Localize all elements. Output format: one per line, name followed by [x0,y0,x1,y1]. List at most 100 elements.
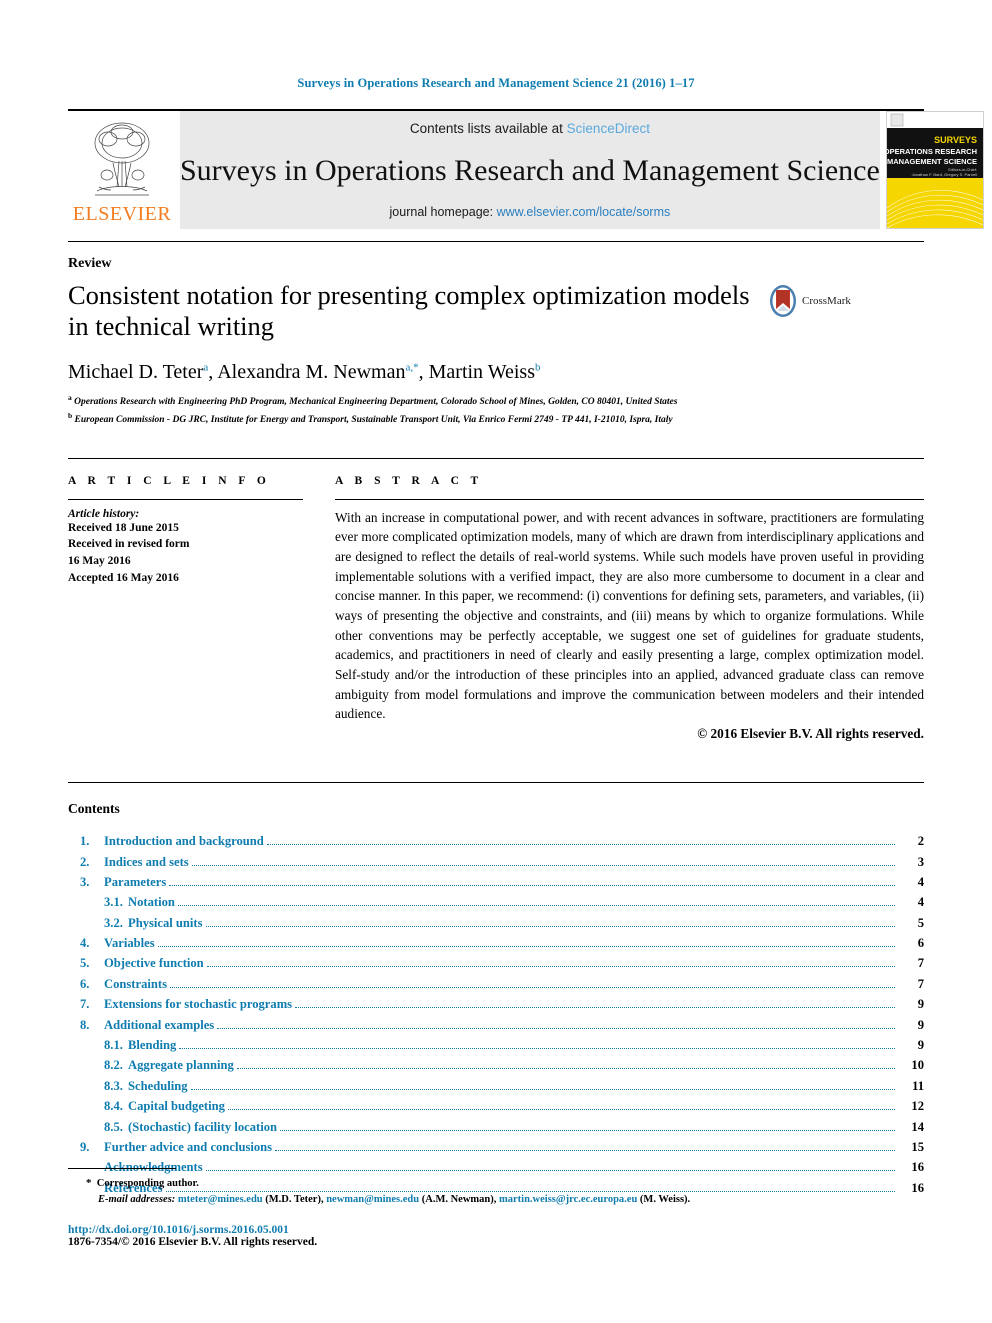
journal-homepage-link[interactable]: www.elsevier.com/locate/sorms [497,205,671,219]
homepage-prefix: journal homepage: [389,205,497,219]
toc-entry-number: 8. [80,1017,90,1032]
toc-entry-number: 3. [80,874,90,889]
email-addresses-note: E-mail addresses: mteter@mines.edu (M.D.… [68,1192,924,1208]
toc-entry-number: 4. [80,936,90,951]
toc-entry[interactable]: 5. Objective function 7 [68,953,924,973]
toc-entry-label[interactable]: Introduction and background [104,831,264,851]
toc-entry[interactable]: 3.1. Notation 4 [68,892,924,912]
toc-entry[interactable]: 8.4. Capital budgeting 12 [68,1096,924,1116]
email-owner-1: (M.D. Teter), [265,1193,324,1205]
article-history-label: Article history: [68,507,140,520]
toc-entry-label[interactable]: Blending [128,1035,176,1055]
sciencedirect-link[interactable]: ScienceDirect [567,121,650,136]
contents-section: Contents 1. Introduction and background 2 2… [68,782,924,1198]
cover-line-2: in OPERATIONS RESEARCH [887,147,977,156]
cover-line-3: and MANAGEMENT SCIENCE [887,157,977,166]
journal-cover-art: SURVEYS in OPERATIONS RESEARCH and MANAG… [886,112,983,228]
toc-entry-label[interactable]: Further advice and conclusions [104,1137,272,1157]
corresponding-author-star: * [86,1177,92,1189]
toc-entry-label[interactable]: (Stochastic) facility location [128,1117,277,1137]
journal-cover-thumbnail: SURVEYS in OPERATIONS RESEARCH and MANAG… [885,111,984,229]
email-link-1[interactable]: mteter@mines.edu [178,1194,263,1205]
toc-entry-label[interactable]: Indices and sets [104,852,189,872]
toc-entry-page: 9 [917,997,924,1012]
author-2-name: Alexandra M. Newman [217,361,406,383]
toc-entry[interactable]: 3. Parameters 4 [68,872,924,892]
toc-entry-number: 9. [80,1140,90,1154]
toc-entry-number: 7. [80,997,90,1012]
toc-entry[interactable]: 8.3. Scheduling 11 [68,1076,924,1096]
author-2: Alexandra M. Newmana,* [217,361,418,383]
affiliation-list: a Operations Research with Engineering P… [68,392,924,428]
crossmark-badge[interactable]: CrossMark [768,284,851,318]
email-addresses-label: E-mail addresses: [98,1193,176,1205]
toc-entry[interactable]: 6. Constraints 7 [68,974,924,994]
affiliation-a-mark: a [68,393,72,402]
email-link-3[interactable]: martin.weiss@jrc.ec.europa.eu [499,1194,637,1205]
author-1-marks: a [203,361,209,374]
toc-entry-label[interactable]: Notation [128,892,175,912]
toc-entry-label[interactable]: Physical units [128,913,203,933]
toc-entry-label[interactable]: Objective function [104,953,204,973]
contents-list: 1. Introduction and background 2 2. Indices … [68,831,924,1198]
toc-entry-page: 4 [917,895,924,910]
author-3: Martin Weissb [429,361,541,383]
toc-entry-leader [169,986,895,988]
article-info-rule [68,498,303,500]
author-list: Michael D. Tetera, Alexandra M. Newmana,… [68,361,541,383]
toc-entry-page: 9 [917,1038,924,1053]
toc-entry[interactable]: 2. Indices and sets 3 [68,852,924,872]
toc-entry-page: 3 [917,854,924,869]
page-title: Consistent notation for presenting compl… [68,280,750,341]
abstract-copyright: © 2016 Elsevier B.V. All rights reserved… [697,726,924,742]
toc-entry-page: 9 [917,1017,924,1032]
toc-entry-page: 11 [912,1078,924,1093]
toc-entry[interactable]: 3.2. Physical units 5 [68,913,924,933]
toc-entry[interactable]: 8.5. (Stochastic) facility location 14 [68,1117,924,1137]
toc-entry-number: 8.3. [104,1078,123,1093]
toc-entry-leader [157,945,895,948]
toc-entry-label[interactable]: Additional examples [104,1015,214,1035]
toc-entry-label[interactable]: Constraints [104,974,167,994]
toc-entry-label[interactable]: Scheduling [128,1076,188,1096]
article-history-line-3: 16 May 2016 [68,555,131,568]
email-link-2[interactable]: newman@mines.edu [326,1194,419,1205]
toc-entry-leader [190,1088,895,1090]
toc-entry-leader [266,843,895,846]
journal-masthead: ELSEVIER Contents lists available at Sci… [68,109,984,229]
toc-entry-label[interactable]: Capital budgeting [128,1096,225,1116]
toc-entry[interactable]: 8.1. Blending 9 [68,1035,924,1055]
toc-entry-number: 8.1. [104,1038,123,1053]
toc-entry-leader [295,1006,895,1009]
toc-entry-leader [275,1149,895,1151]
masthead-center-band: Contents lists available at ScienceDirec… [180,111,880,229]
toc-entry[interactable]: 8.2. Aggregate planning 10 [68,1055,924,1075]
toc-entry-label[interactable]: Variables [104,933,155,953]
toc-entry-leader [280,1129,895,1131]
affiliation-b-text: European Commission - DG JRC, Institute … [74,415,673,426]
abstract-body: With an increase in computational power,… [335,509,924,722]
toc-entry[interactable]: 7. Extensions for stochastic programs 9 [68,994,924,1014]
issn-copyright-line: 1876-7354/© 2016 Elsevier B.V. All right… [68,1235,318,1248]
toc-entry-label[interactable]: Aggregate planning [128,1055,234,1075]
toc-entry-label[interactable]: Extensions for stochastic programs [104,994,292,1014]
toc-entry[interactable]: 1. Introduction and background 2 [68,831,924,851]
running-head: Surveys in Operations Research and Manag… [297,76,695,90]
doi-link[interactable]: http://dx.doi.org/10.1016/j.sorms.2016.0… [68,1224,924,1236]
author-2-marks[interactable]: a,* [405,361,418,373]
toc-entry[interactable]: 4. Variables 6 [68,933,924,953]
toc-entry-leader [177,904,895,907]
contents-prefix: Contents lists available at [409,121,567,136]
contents-heading: Contents [68,801,120,817]
email-owner-2: (A.M. Newman), [421,1193,497,1205]
corresponding-author-note: * Corresponding author. [68,1175,924,1192]
article-info-column: A R T I C L E I N F O Article history: R… [68,475,303,742]
article-info-heading: A R T I C L E I N F O [68,474,271,487]
toc-entry[interactable]: 9. Further advice and conclusions 15 [68,1137,924,1157]
toc-entry-page: 7 [917,976,924,991]
toc-entry-label[interactable]: Parameters [104,872,166,892]
corresponding-author-text: Corresponding author. [96,1178,199,1189]
toc-entry[interactable]: 8. Additional examples 9 [68,1015,924,1035]
affiliation-b-mark: b [68,410,73,420]
toc-entry-page: 5 [917,915,924,930]
